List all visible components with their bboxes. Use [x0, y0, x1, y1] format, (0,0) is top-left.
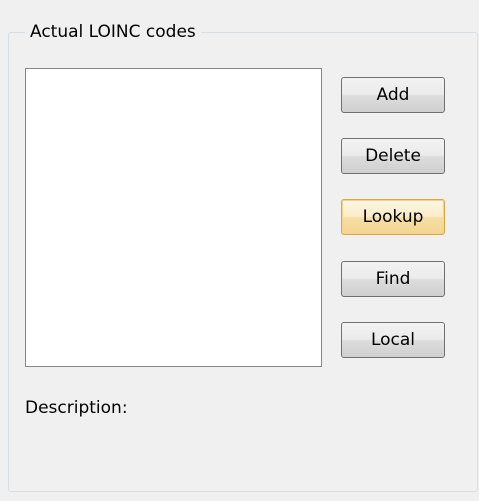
description-label: Description:	[25, 398, 128, 418]
delete-button[interactable]: Delete	[341, 138, 445, 174]
add-button[interactable]: Add	[341, 77, 445, 113]
find-button[interactable]: Find	[341, 261, 445, 297]
loinc-codes-listbox[interactable]	[25, 68, 322, 367]
lookup-button[interactable]: Lookup	[341, 199, 445, 235]
local-button[interactable]: Local	[341, 322, 445, 358]
groupbox-title: Actual LOINC codes	[25, 20, 201, 44]
